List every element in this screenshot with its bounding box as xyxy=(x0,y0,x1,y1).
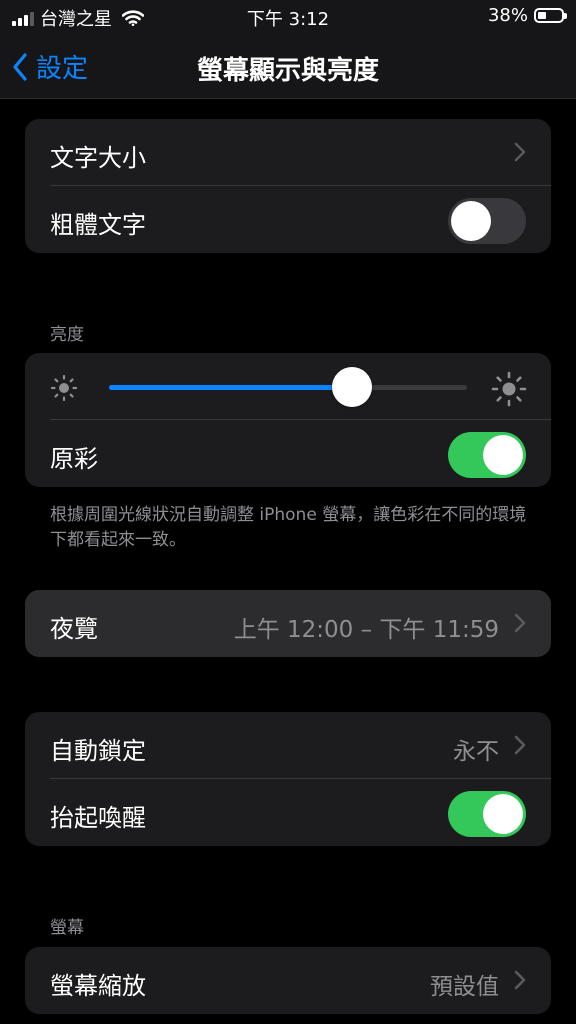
lock-settings-group: 自動鎖定 永不 抬起喚醒 xyxy=(25,712,551,846)
raise-to-wake-label: 抬起喚醒 xyxy=(50,804,146,832)
brightness-slider-fill xyxy=(109,385,352,390)
page-title: 螢幕顯示與亮度 xyxy=(196,56,379,86)
brightness-slider-thumb[interactable] xyxy=(332,367,372,407)
battery-icon xyxy=(534,8,567,23)
bold-text-toggle[interactable] xyxy=(448,198,526,244)
true-tone-row: 原彩 xyxy=(25,420,551,487)
sun-large-icon xyxy=(491,371,527,407)
battery-percent: 38% xyxy=(487,5,528,26)
night-shift-group: 夜覽 上午 12:00 – 下午 11:59 xyxy=(25,590,551,657)
brightness-slider-row xyxy=(25,353,551,420)
battery-fill xyxy=(538,12,546,19)
sun-small-icon xyxy=(50,374,78,402)
battery-info: 38% xyxy=(487,5,567,26)
status-bar: 台灣之星 下午 3:12 38% xyxy=(0,0,576,34)
true-tone-toggle[interactable] xyxy=(448,432,526,478)
chevron-right-icon xyxy=(514,735,526,755)
auto-lock-row[interactable]: 自動鎖定 永不 xyxy=(25,712,551,779)
true-tone-label: 原彩 xyxy=(50,445,98,473)
navigation-bar: 設定 螢幕顯示與亮度 xyxy=(0,34,576,99)
chevron-right-icon xyxy=(514,142,526,162)
raise-to-wake-row: 抬起喚醒 xyxy=(25,779,551,846)
toggle-knob xyxy=(451,201,491,241)
text-size-row[interactable]: 文字大小 xyxy=(25,119,551,186)
brightness-slider[interactable] xyxy=(109,367,467,407)
night-shift-schedule: 上午 12:00 – 下午 11:59 xyxy=(233,617,499,643)
auto-lock-label: 自動鎖定 xyxy=(50,737,146,765)
raise-to-wake-toggle[interactable] xyxy=(448,791,526,837)
auto-lock-value: 永不 xyxy=(453,739,499,765)
brightness-section-header: 亮度 xyxy=(50,325,84,345)
display-zoom-row[interactable]: 螢幕縮放 預設值 xyxy=(25,947,551,1014)
chevron-right-icon xyxy=(514,970,526,990)
text-size-label: 文字大小 xyxy=(50,144,146,172)
night-shift-row[interactable]: 夜覽 上午 12:00 – 下午 11:59 xyxy=(25,590,551,657)
bold-text-label: 粗體文字 xyxy=(50,211,146,239)
chevron-right-icon xyxy=(514,613,526,633)
display-section-header: 螢幕 xyxy=(50,918,84,938)
true-tone-description: 根據周圍光線狀況自動調整 iPhone 螢幕，讓色彩在不同的環境下都看起來一致。 xyxy=(50,505,527,550)
toggle-knob xyxy=(483,794,523,834)
display-zoom-label: 螢幕縮放 xyxy=(50,972,146,1000)
display-zoom-value: 預設值 xyxy=(430,974,499,1000)
toggle-knob xyxy=(483,435,523,475)
display-zoom-group: 螢幕縮放 預設值 xyxy=(25,947,551,1014)
night-shift-label: 夜覽 xyxy=(50,615,98,643)
brightness-group: 原彩 xyxy=(25,353,551,487)
text-settings-group: 文字大小 粗體文字 xyxy=(25,119,551,253)
bold-text-row: 粗體文字 xyxy=(25,186,551,253)
